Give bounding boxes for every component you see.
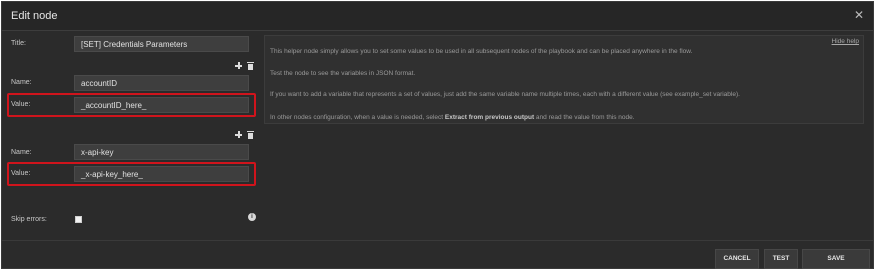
modal-header: Edit node ✕ xyxy=(2,2,873,31)
help-text-line-4-suffix: and read the value from this node. xyxy=(534,114,635,121)
help-text-line-2: Test the node to see the variables in JS… xyxy=(270,70,416,77)
help-text-line-1: This helper node simply allows you to se… xyxy=(270,48,693,55)
close-icon[interactable]: ✕ xyxy=(853,9,865,21)
variable-1-value-input[interactable]: _accountID_here_ xyxy=(74,97,249,113)
save-button[interactable]: SAVE xyxy=(802,249,870,269)
help-panel: Hide help This helper node simply allows… xyxy=(264,35,864,124)
test-button[interactable]: TEST xyxy=(764,249,798,269)
add-variable-icon[interactable] xyxy=(234,130,243,139)
cancel-button[interactable]: CANCEL xyxy=(715,249,759,269)
variable-1-value-label: Value: xyxy=(11,101,31,108)
variable-2-name-input[interactable]: x-api-key xyxy=(74,144,249,160)
help-text-line-3: If you want to add a variable that repre… xyxy=(270,91,740,98)
variable-1-name-input[interactable]: accountID xyxy=(74,75,249,91)
delete-variable-icon[interactable] xyxy=(246,61,255,70)
hide-help-link[interactable]: Hide help xyxy=(832,38,859,45)
variable-2-value-label: Value: xyxy=(11,170,31,177)
help-text-line-4: In other nodes configuration, when a val… xyxy=(270,114,635,121)
skip-errors-label: Skip errors: xyxy=(11,216,47,223)
variable-2-name-label: Name: xyxy=(11,149,32,156)
info-icon[interactable]: i xyxy=(248,213,256,221)
footer-divider xyxy=(2,240,873,241)
title-label: Title: xyxy=(11,40,26,47)
help-text-line-4-prefix: In other nodes configuration, when a val… xyxy=(270,114,445,121)
help-text-line-4-bold: Extract from previous output xyxy=(444,114,535,121)
modal-title: Edit node xyxy=(11,10,58,22)
title-input[interactable]: [SET] Credentials Parameters xyxy=(74,36,249,52)
delete-variable-icon[interactable] xyxy=(246,130,255,139)
variable-1-name-label: Name: xyxy=(11,79,32,86)
skip-errors-checkbox[interactable] xyxy=(75,216,82,223)
variable-2-value-input[interactable]: _x-api-key_here_ xyxy=(74,166,249,182)
edit-node-modal: Edit node ✕ Title: [SET] Credentials Par… xyxy=(1,1,874,269)
add-variable-icon[interactable] xyxy=(234,61,243,70)
